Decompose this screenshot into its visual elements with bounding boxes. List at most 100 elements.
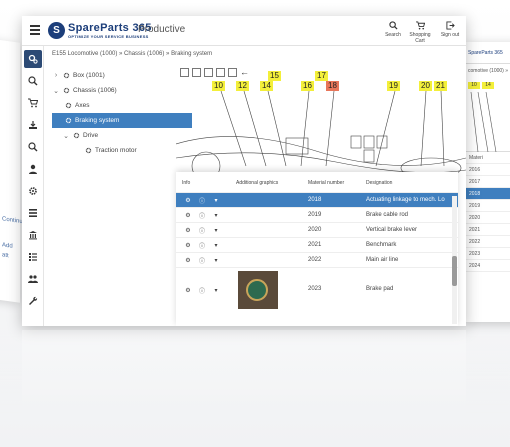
ghost-drawing: [466, 91, 510, 153]
tree-item-axes[interactable]: Axes: [52, 98, 192, 113]
tree-item-braking-system[interactable]: Braking system: [52, 113, 192, 128]
structure-tree: › Box (1001) ⌄ Chassis (1006) Axes Braki…: [52, 66, 192, 326]
shopping-cart-button[interactable]: Shopping Cart: [405, 21, 435, 44]
table-row[interactable]: ⚙ ⓘ ▾ 2022 Main air line: [176, 252, 458, 267]
bank-icon: [29, 231, 37, 240]
ghost-col-label: Materi: [469, 154, 483, 161]
sidebar-item-settings[interactable]: [24, 50, 42, 68]
part-thumbnail[interactable]: [238, 271, 278, 309]
cart-label: Shopping Cart: [409, 32, 431, 44]
sidebar-item-tasks[interactable]: [24, 248, 42, 266]
cart-icon[interactable]: ▾: [212, 286, 220, 294]
table-row[interactable]: ⚙ ⓘ ▾ 2019 Brake cable rod: [176, 207, 458, 222]
table-row[interactable]: ⚙ ⓘ ▾ 2021 Benchmark: [176, 237, 458, 252]
settings-icon[interactable]: ⚙: [184, 196, 192, 204]
cart-icon[interactable]: ▾: [212, 241, 220, 249]
cart-icon[interactable]: ▾: [212, 211, 220, 219]
main-window: S SpareParts 365 OPTIMIZE YOUR SERVICE B…: [22, 16, 466, 326]
cart-icon[interactable]: ▾: [212, 196, 220, 204]
info-icon[interactable]: ⓘ: [198, 211, 206, 220]
column-header-info[interactable]: Info: [182, 180, 190, 186]
designation: Benchmark: [366, 242, 397, 248]
sign-out-button[interactable]: Sign out: [435, 21, 465, 38]
screen: Continu Add att SpareParts 365 comotive …: [0, 0, 510, 447]
info-icon[interactable]: ⓘ: [198, 286, 206, 295]
gear-icon: [65, 117, 72, 124]
ghost-right-header: SpareParts 365: [466, 42, 510, 64]
material-number: 2019: [308, 212, 322, 218]
tree-item-label: Box (1001): [73, 72, 105, 79]
sidebar-item-users[interactable]: [24, 270, 42, 288]
cart-icon[interactable]: ▾: [212, 226, 220, 234]
chevron-right-icon[interactable]: ›: [52, 72, 60, 79]
gear-icon: [63, 87, 70, 94]
sign-out-label: Sign out: [440, 32, 460, 38]
designation: Vertical brake lever: [366, 227, 418, 233]
info-icon[interactable]: ⓘ: [198, 256, 206, 265]
cart-icon: [28, 98, 38, 108]
material-number: 2020: [308, 227, 322, 233]
info-icon[interactable]: ⓘ: [198, 241, 206, 250]
column-header-graphics[interactable]: Additional graphics: [236, 180, 278, 186]
sidebar: [22, 46, 44, 326]
drawing-lines: [176, 90, 466, 176]
settings-icon[interactable]: ⚙: [184, 226, 192, 234]
table-row[interactable]: ⚙ ⓘ ▾ 2020 Vertical brake lever: [176, 222, 458, 237]
info-icon[interactable]: ⓘ: [198, 226, 206, 235]
chevron-down-icon[interactable]: ⌄: [52, 87, 60, 95]
sidebar-item-download[interactable]: [24, 116, 42, 134]
menu-icon[interactable]: [30, 25, 40, 35]
reflection: [0, 330, 510, 447]
tree-item-drive[interactable]: ⌄ Drive: [52, 128, 192, 143]
sidebar-item-user[interactable]: [24, 160, 42, 178]
table-scrollbar[interactable]: [452, 196, 457, 324]
column-header-designation[interactable]: Designation: [366, 180, 392, 186]
ghost-row: 2020: [466, 212, 510, 224]
ghost-left-text: Continu: [2, 216, 23, 226]
ghost-row: 2016: [466, 164, 510, 176]
sidebar-item-cart[interactable]: [24, 94, 42, 112]
gear-icon: [73, 132, 80, 139]
ghost-brand: SpareParts 365: [468, 50, 503, 56]
scrollbar-thumb[interactable]: [452, 256, 457, 286]
parts-table: Info Additional graphics Material number…: [176, 172, 458, 326]
sidebar-item-institution[interactable]: [24, 226, 42, 244]
app-mode-label: Productive: [138, 24, 186, 35]
tree-item-chassis[interactable]: ⌄ Chassis (1006): [52, 83, 192, 98]
tree-item-label: Braking system: [75, 117, 120, 124]
tree-item-traction-motor[interactable]: Traction motor: [52, 143, 192, 158]
gear-icon: [63, 72, 70, 79]
download-icon: [29, 121, 37, 129]
designation: Brake pad: [366, 286, 394, 292]
exploded-drawing[interactable]: ← 15 17 10 12 14 16 18 19 20 21: [176, 66, 466, 176]
material-number: 2023: [308, 286, 322, 292]
sign-out-icon: [445, 21, 455, 30]
ghost-right-breadcrumb: comotive (1000) »: [468, 68, 509, 74]
breadcrumb: E155 Locomotive (1000) » Chassis (1006) …: [52, 51, 213, 57]
column-header-material[interactable]: Material number: [308, 180, 344, 186]
tree-item-box[interactable]: › Box (1001): [52, 68, 192, 83]
chevron-down-icon[interactable]: ⌄: [62, 132, 70, 140]
cart-icon[interactable]: ▾: [212, 256, 220, 264]
brand-tagline: OPTIMIZE YOUR SERVICE BUSINESS: [68, 34, 149, 39]
search-button[interactable]: Search: [378, 21, 408, 38]
ghost-callout: 10: [468, 81, 480, 89]
sidebar-item-find[interactable]: [24, 138, 42, 156]
designation: Brake cable rod: [366, 212, 409, 218]
magnifier-icon: [28, 142, 38, 152]
table-row[interactable]: ⚙ ⓘ ▾ 2018 Actuating linkage to mech. Lo: [176, 192, 458, 207]
info-icon[interactable]: ⓘ: [198, 196, 206, 205]
sidebar-item-search[interactable]: [24, 72, 42, 90]
users-icon: [28, 275, 38, 283]
settings-icon[interactable]: ⚙: [184, 211, 192, 219]
settings-icon[interactable]: ⚙: [184, 256, 192, 264]
settings-icon[interactable]: ⚙: [184, 286, 192, 294]
sidebar-item-list[interactable]: [24, 204, 42, 222]
ghost-callout: 14: [482, 81, 494, 89]
sidebar-item-config[interactable]: [24, 182, 42, 200]
sidebar-item-tools[interactable]: [24, 292, 42, 310]
table-row[interactable]: ⚙ ⓘ ▾ 2023 Brake pad: [176, 267, 458, 312]
ghost-row: 2019: [466, 200, 510, 212]
settings-icon[interactable]: ⚙: [184, 241, 192, 249]
wrench-icon: [29, 296, 38, 305]
